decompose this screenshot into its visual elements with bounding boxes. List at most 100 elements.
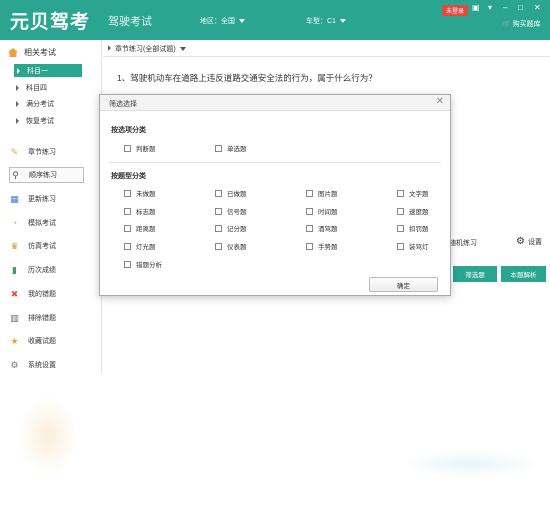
checkbox-box bbox=[124, 242, 131, 250]
explanation-button[interactable]: 本题解析 bbox=[501, 266, 546, 282]
arrow-right-icon bbox=[108, 45, 111, 51]
nav-label: 系统设置 bbox=[28, 362, 56, 369]
breadcrumb-label: 章节练习(全部试题) bbox=[115, 46, 176, 53]
nav-label: 章节练习 bbox=[28, 149, 56, 156]
checkbox-option[interactable]: 记分题 bbox=[215, 223, 247, 233]
sidebar-sub-label: 科目一 bbox=[27, 67, 48, 75]
car-type-label: 车型：C1 bbox=[306, 18, 336, 25]
trophy-icon: ♛ bbox=[10, 240, 19, 251]
nav-system-settings[interactable]: ⚙ 系统设置 bbox=[9, 357, 84, 373]
buy-question-bank-label: 购买题库 bbox=[512, 21, 541, 28]
arrow-right-icon bbox=[16, 101, 19, 107]
car-type-selector[interactable]: 车型：C1 bbox=[306, 16, 346, 26]
nav-label: 更新练习 bbox=[28, 196, 56, 203]
checkbox-true-false[interactable]: 判断题 bbox=[124, 143, 156, 153]
checkbox-option[interactable]: 手势题 bbox=[306, 241, 338, 251]
sidebar-sub-label: 科目四 bbox=[26, 85, 47, 92]
gear-icon: ⚙ bbox=[516, 236, 525, 247]
checkbox-option[interactable]: 图片题 bbox=[306, 188, 338, 198]
divider bbox=[109, 162, 441, 163]
checkbox-box bbox=[215, 242, 222, 250]
checkbox-label: 距离题 bbox=[136, 226, 156, 233]
close-button[interactable]: ✕ bbox=[534, 3, 541, 12]
checkbox-box bbox=[215, 144, 222, 152]
buy-question-bank-link[interactable]: 🛒 购买题库 bbox=[502, 19, 541, 29]
checkbox-box bbox=[397, 189, 404, 197]
checkbox-label: 信号题 bbox=[227, 209, 247, 216]
nav-sequential-practice[interactable]: ⚲ 顺序练习 bbox=[9, 167, 84, 183]
checkbox-box bbox=[397, 207, 404, 215]
blur-region bbox=[18, 396, 78, 476]
checkbox-option[interactable]: 错题分析 bbox=[124, 259, 162, 269]
checkbox-label: 灯光题 bbox=[136, 244, 156, 251]
checkbox-option[interactable]: 装驾灯 bbox=[397, 241, 429, 251]
sidebar-sub-item-subject1[interactable]: 科目一 bbox=[14, 64, 82, 77]
checkbox-label: 酒驾题 bbox=[318, 226, 338, 233]
checkbox-box bbox=[306, 224, 313, 232]
nav-past-scores[interactable]: ▮ 历次成绩 bbox=[9, 262, 84, 278]
nav-excluded-wrong[interactable]: ▥ 排除错题 bbox=[9, 310, 84, 326]
arrow-right-icon bbox=[17, 67, 20, 74]
checkbox-option[interactable]: 时间题 bbox=[306, 206, 338, 216]
checkbox-option[interactable]: 酒驾题 bbox=[306, 223, 338, 233]
nav-mock-exam[interactable]: ◔ 模拟考试 bbox=[9, 215, 84, 231]
blur-region bbox=[400, 449, 540, 479]
nav-simulation-exam[interactable]: ♛ 仿真考试 bbox=[9, 238, 84, 254]
nav-my-wrong-questions[interactable]: ✖ 我的错题 bbox=[9, 286, 84, 302]
checkbox-option[interactable]: 已做题 bbox=[215, 188, 247, 198]
checkbox-label: 判断题 bbox=[136, 146, 156, 153]
divider bbox=[103, 56, 550, 57]
random-practice-toggle[interactable]: 随机练习 bbox=[449, 238, 477, 248]
settings-label: 设置 bbox=[527, 239, 542, 246]
search-icon: ⚲ bbox=[12, 169, 19, 180]
checkbox-label: 仪表题 bbox=[227, 244, 247, 251]
checkbox-option[interactable]: 灯光题 bbox=[124, 241, 156, 251]
blurred-background bbox=[0, 374, 550, 530]
filter-dialog: 筛选选择 ✕ 按选项分类 判断题 单选题 按题型分类 未做题 已做题 图片题 文… bbox=[99, 94, 451, 296]
checkbox-option[interactable]: 文字题 bbox=[397, 188, 429, 198]
checkbox-option[interactable]: 扣罚题 bbox=[397, 223, 429, 233]
nav-label: 模拟考试 bbox=[28, 220, 56, 227]
sidebar-sub-item-restore[interactable]: 恢复考试 bbox=[16, 116, 54, 126]
app-subtitle: 驾驶考试 bbox=[108, 16, 152, 28]
maximize-button[interactable]: □ bbox=[518, 3, 523, 12]
checkbox-label: 图片题 bbox=[318, 191, 338, 198]
skin-icon[interactable]: ▣ bbox=[472, 3, 480, 12]
nav-favorites[interactable]: ★ 收藏试题 bbox=[9, 333, 84, 349]
checkbox-option[interactable]: 标志题 bbox=[124, 206, 156, 216]
checkbox-box bbox=[306, 207, 313, 215]
checkbox-option[interactable]: 未做题 bbox=[124, 188, 156, 198]
sidebar-header[interactable]: 相关考试 bbox=[8, 47, 56, 58]
checkbox-option[interactable]: 距离题 bbox=[124, 223, 156, 233]
sidebar: 相关考试 科目一 科目四 满分考试 恢复考试 ✎ 章节练习 ⚲ 顺序练习 ▦ 更新练习… bbox=[0, 40, 102, 375]
sidebar-sub-item-subject4[interactable]: 科目四 bbox=[16, 83, 47, 93]
nav-label: 排除错题 bbox=[28, 315, 56, 322]
checkbox-single-choice[interactable]: 单选题 bbox=[215, 143, 247, 153]
arrow-right-icon bbox=[16, 85, 19, 91]
cart-icon: 🛒 bbox=[502, 21, 511, 28]
login-badge[interactable]: 未登录 bbox=[442, 5, 469, 16]
nav-label: 收藏试题 bbox=[28, 338, 56, 345]
checkbox-option[interactable]: 信号题 bbox=[215, 206, 247, 216]
menu-icon[interactable]: ▾ bbox=[488, 3, 492, 12]
checkbox-label: 扣罚题 bbox=[409, 226, 429, 233]
minimize-button[interactable]: – bbox=[503, 3, 507, 12]
checkbox-box bbox=[306, 189, 313, 197]
filter-questions-button[interactable]: 筛选题 bbox=[453, 266, 497, 282]
checkbox-box bbox=[124, 224, 131, 232]
checkbox-label: 文字题 bbox=[409, 191, 429, 198]
breadcrumb[interactable]: 章节练习(全部试题) bbox=[108, 44, 186, 54]
checkbox-option[interactable]: 仪表题 bbox=[215, 241, 247, 251]
region-selector[interactable]: 地区：全国 bbox=[200, 16, 245, 26]
settings-button[interactable]: ⚙ 设置 bbox=[516, 237, 542, 247]
nav-label: 我的错题 bbox=[28, 291, 56, 298]
nav-chapter-practice[interactable]: ✎ 章节练习 bbox=[9, 144, 84, 160]
question-text: 1、驾驶机动车在道路上违反道路交通安全法的行为，属于什么行为？ bbox=[117, 73, 377, 83]
checkbox-option[interactable]: 速度题 bbox=[397, 206, 429, 216]
close-icon[interactable]: ✕ bbox=[436, 97, 444, 107]
nav-update-practice[interactable]: ▦ 更新练习 bbox=[9, 191, 84, 207]
confirm-button[interactable]: 确定 bbox=[369, 277, 438, 292]
top-bar: 元贝驾考 驾驶考试 地区：全国 车型：C1 未登录 ▣ ▾ – □ ✕ 🛒 购买… bbox=[0, 0, 550, 40]
checkbox-label: 记分题 bbox=[227, 226, 247, 233]
sidebar-sub-item-full-score[interactable]: 满分考试 bbox=[16, 99, 54, 109]
